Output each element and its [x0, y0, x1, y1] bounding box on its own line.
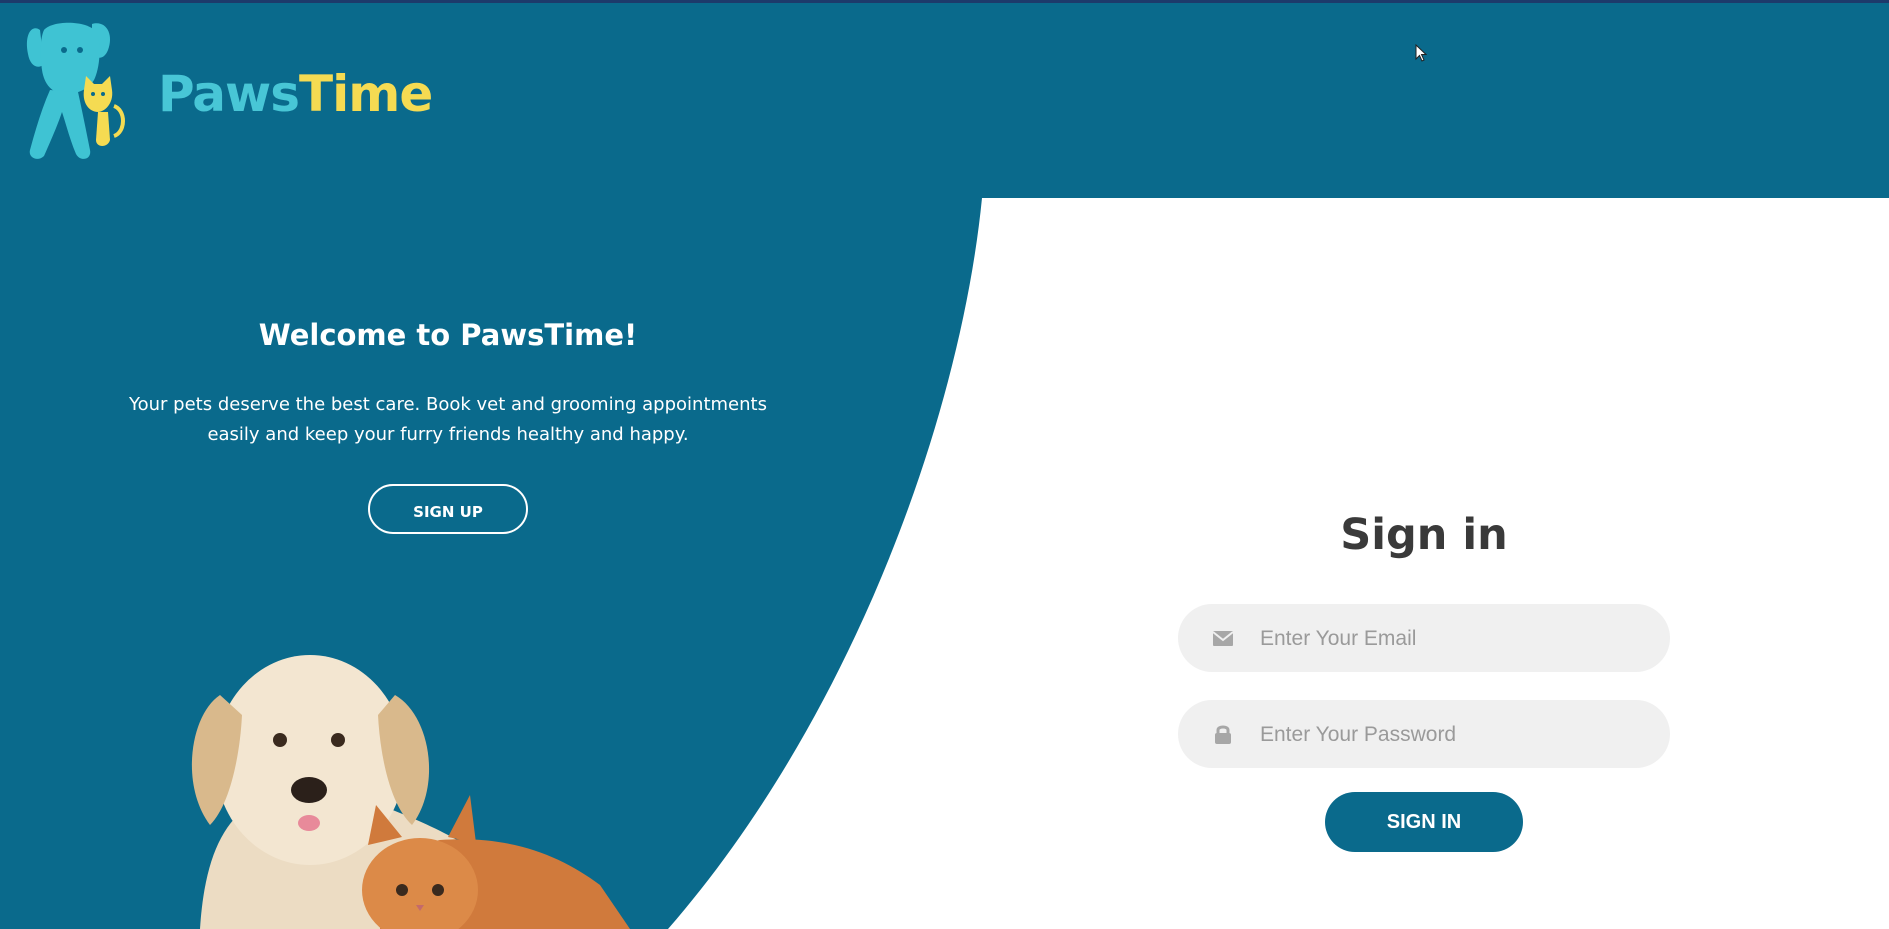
- sign-in-button[interactable]: SIGN IN: [1325, 792, 1523, 852]
- brand-logo[interactable]: PawsTime: [22, 20, 433, 162]
- email-input[interactable]: [1258, 604, 1652, 674]
- puppy-kitten-image: [191, 655, 630, 929]
- envelope-icon: [1212, 631, 1234, 646]
- password-input[interactable]: [1258, 700, 1652, 770]
- lock-icon: [1215, 725, 1231, 744]
- sign-in-form: Sign in SIGN IN: [1178, 510, 1670, 852]
- welcome-panel: Welcome to PawsTime! Your pets deserve t…: [90, 318, 806, 534]
- email-field[interactable]: [1178, 604, 1670, 674]
- sign-up-button[interactable]: SIGN UP: [368, 484, 528, 534]
- sign-in-title: Sign in: [1340, 510, 1508, 560]
- login-page: PawsTime Welcome to PawsTime! Your pets …: [0, 0, 1889, 929]
- welcome-title: Welcome to PawsTime!: [258, 318, 638, 352]
- welcome-text: Your pets deserve the best care. Book ve…: [129, 394, 767, 445]
- password-field[interactable]: [1178, 700, 1670, 770]
- brand-name-part2: Time: [299, 65, 433, 123]
- brand-wordmark: PawsTime: [158, 65, 433, 123]
- brand-name-part1: Paws: [158, 65, 300, 123]
- mouse-cursor-icon: [1415, 44, 1427, 62]
- top-strip: [0, 0, 1889, 3]
- dog-cat-logo-icon: [26, 22, 125, 159]
